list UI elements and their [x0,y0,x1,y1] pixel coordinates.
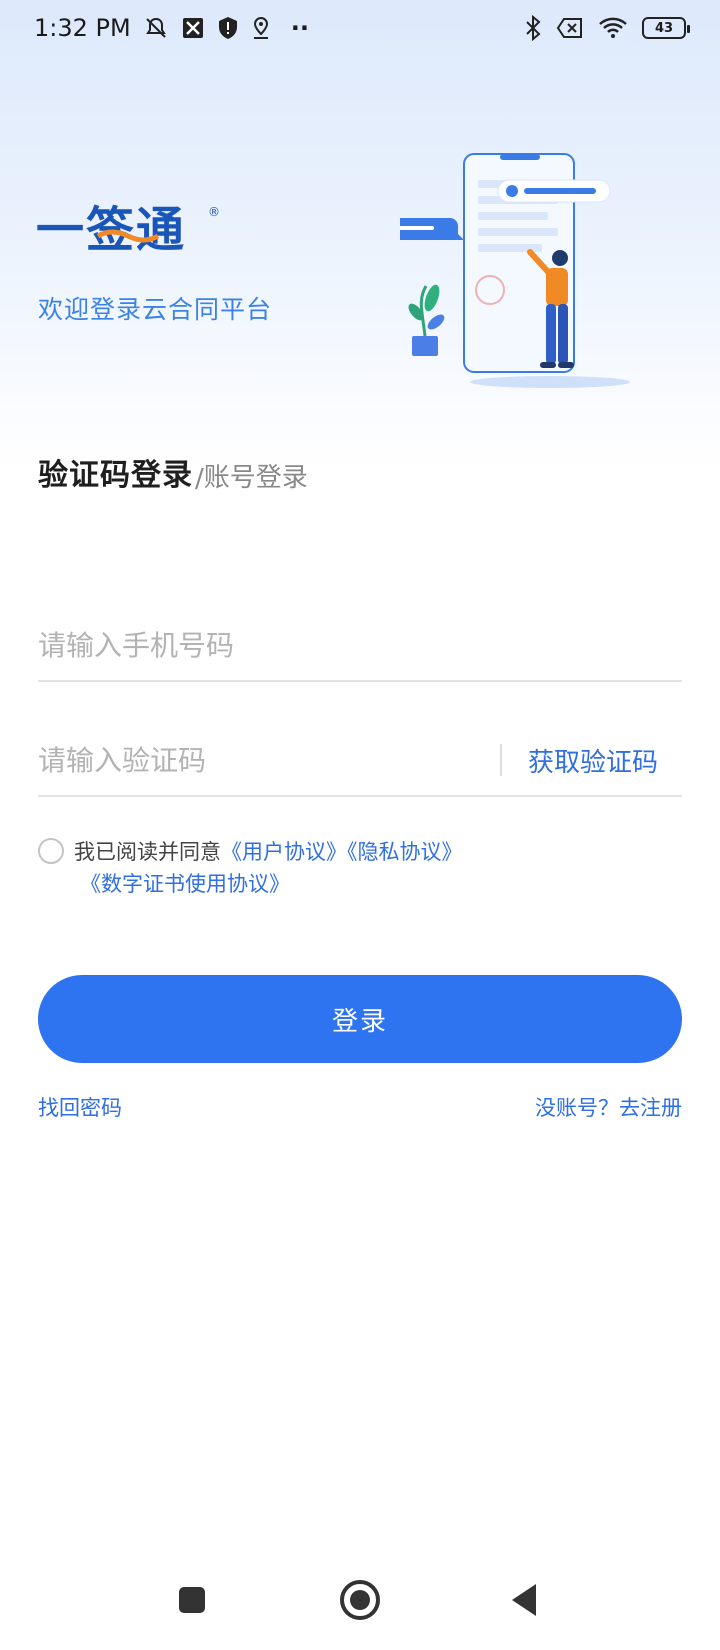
brand-logo: 一签通 ® [36,200,236,262]
code-divider [499,744,502,776]
code-input[interactable] [38,730,500,790]
certificate-agreement-link[interactable]: 《数字证书使用协议》 [80,872,290,896]
user-agreement-link[interactable]: 《用户协议》 [221,840,347,864]
login-tabs: 验证码登录 / 账号登录 [38,450,308,494]
welcome-text: 欢迎登录云合同平台 [38,295,273,324]
agree-checkbox[interactable] [38,838,64,864]
forgot-password-link[interactable]: 找回密码 [38,1092,122,1122]
home-icon[interactable] [338,1578,382,1622]
battery-icon: 43 [642,17,690,39]
login-button[interactable]: 登录 [38,975,682,1063]
code-field: 获取验证码 [38,725,682,797]
battery-level: 43 [654,20,674,36]
phone-input[interactable] [38,615,682,675]
recents-icon[interactable] [170,1578,214,1622]
location-icon [251,16,271,40]
tab-separator: / [195,464,204,494]
system-nav-bar [0,1560,720,1650]
agreement-prefix: 我已阅读并同意 [74,840,221,864]
registered-mark: ® [208,205,220,219]
phone-field [38,610,682,682]
tab-sms-login[interactable]: 验证码登录 [38,450,193,494]
agreement-line-1: 我已阅读并同意《用户协议》《隐私协议》 [74,836,463,866]
status-more: ·· [290,14,309,42]
privacy-agreement-link[interactable]: 《隐私协议》 [347,840,463,864]
status-bar: 1:32 PM ·· 43 [0,0,720,56]
back-icon[interactable] [502,1578,546,1622]
status-time: 1:32 PM [34,14,131,42]
shield-icon [217,16,239,40]
bluetooth-icon [524,15,542,41]
wifi-icon [598,17,628,39]
register-link[interactable]: 没账号？去注册 [535,1092,682,1122]
login-illustration [386,140,650,400]
mute-icon [143,15,169,41]
agreement-line-2: 《数字证书使用协议》 [80,868,290,898]
sim-x-icon [556,17,584,39]
no-sim-icon [181,16,205,40]
get-code-button[interactable]: 获取验证码 [528,742,658,779]
tab-account-login[interactable]: 账号登录 [204,457,308,494]
